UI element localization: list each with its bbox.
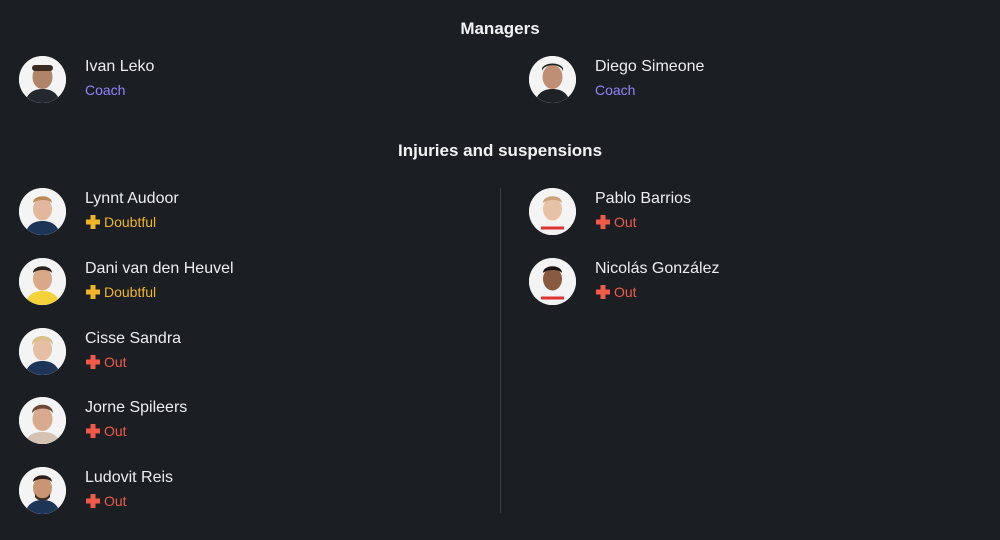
person-photo-icon <box>19 397 66 444</box>
player-name[interactable]: Pablo Barrios <box>595 190 691 208</box>
injury-status-label: Out <box>614 214 637 230</box>
person-photo-icon <box>19 467 66 514</box>
player-name[interactable]: Cisse Sandra <box>85 330 181 348</box>
plus-cross-icon <box>86 285 100 299</box>
manager-avatar <box>19 56 66 103</box>
injury-item[interactable]: Dani van den Heuvel Doubtful <box>19 258 419 308</box>
player-avatar <box>19 467 66 514</box>
plus-cross-icon <box>86 355 100 369</box>
injury-status-label: Doubtful <box>104 284 157 300</box>
player-name[interactable]: Jorne Spileers <box>85 399 187 417</box>
injury-item[interactable]: Pablo Barrios Out <box>529 188 929 238</box>
column-divider <box>500 188 501 513</box>
player-avatar <box>529 188 576 235</box>
injury-status: Out <box>595 214 637 230</box>
player-name[interactable]: Lynnt Audoor <box>85 190 179 208</box>
injury-item[interactable]: Jorne Spileers Out <box>19 397 419 447</box>
player-avatar <box>19 258 66 305</box>
manager-role: Coach <box>595 82 636 98</box>
player-name[interactable]: Dani van den Heuvel <box>85 260 234 278</box>
plus-cross-icon <box>86 494 100 508</box>
injury-status-label: Out <box>104 493 127 509</box>
managers-heading: Managers <box>460 19 540 38</box>
injury-item[interactable]: Nicolás González Out <box>529 258 929 308</box>
player-avatar <box>19 188 66 235</box>
injury-status: Out <box>85 493 127 509</box>
injury-status: Doubtful <box>85 214 156 230</box>
person-photo-icon <box>529 188 576 235</box>
person-photo-icon <box>19 188 66 235</box>
person-photo-icon <box>529 56 576 103</box>
injury-status-label: Doubtful <box>104 214 157 230</box>
injury-status: Out <box>85 354 127 370</box>
injury-item[interactable]: Cisse Sandra Out <box>19 328 419 378</box>
player-name[interactable]: Nicolás González <box>595 260 720 278</box>
lineups-info-panel: Managers Ivan Leko Coach Diego Simeone C… <box>0 0 1000 540</box>
person-photo-icon <box>529 258 576 305</box>
injury-status-label: Out <box>104 423 127 439</box>
manager-item[interactable]: Ivan Leko Coach <box>19 56 419 106</box>
injury-status: Out <box>85 423 127 439</box>
person-photo-icon <box>19 258 66 305</box>
player-avatar <box>529 258 576 305</box>
person-photo-icon <box>19 328 66 375</box>
manager-role: Coach <box>85 82 126 98</box>
manager-name[interactable]: Diego Simeone <box>595 58 704 76</box>
person-photo-icon <box>19 56 66 103</box>
injury-status: Doubtful <box>85 284 156 300</box>
injury-status-label: Out <box>104 354 127 370</box>
injury-item[interactable]: Lynnt Audoor Doubtful <box>19 188 419 238</box>
manager-avatar <box>529 56 576 103</box>
player-avatar <box>19 328 66 375</box>
injury-item[interactable]: Ludovit Reis Out <box>19 467 419 517</box>
injury-status: Out <box>595 284 637 300</box>
manager-item[interactable]: Diego Simeone Coach <box>529 56 929 106</box>
plus-cross-icon <box>596 285 610 299</box>
player-avatar <box>19 397 66 444</box>
plus-cross-icon <box>86 424 100 438</box>
injury-status-label: Out <box>614 284 637 300</box>
player-name[interactable]: Ludovit Reis <box>85 469 173 487</box>
plus-cross-icon <box>596 215 610 229</box>
plus-cross-icon <box>86 215 100 229</box>
manager-name[interactable]: Ivan Leko <box>85 58 154 76</box>
injuries-heading: Injuries and suspensions <box>397 141 603 160</box>
